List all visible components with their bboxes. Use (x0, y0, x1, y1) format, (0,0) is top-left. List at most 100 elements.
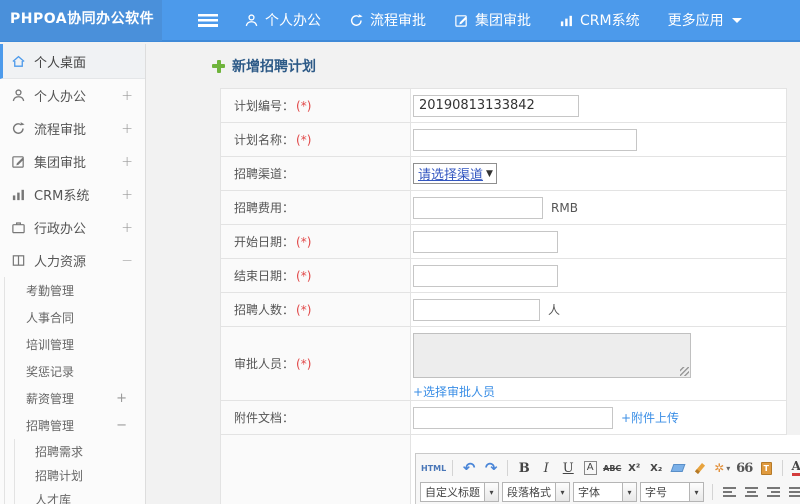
sidebar-item-attendance[interactable]: 考勤管理 (5, 277, 145, 304)
align-left-button[interactable] (719, 482, 739, 502)
required-mark: (*) (296, 302, 312, 317)
topnav-more-apps[interactable]: 更多应用 (668, 10, 742, 30)
end-date-input[interactable] (413, 264, 558, 287)
required-mark: (*) (296, 356, 312, 371)
process-icon (12, 122, 25, 134)
form-row-end-date: 结束日期： (*) (220, 259, 787, 293)
sub-item-label: 考勤管理 (26, 284, 75, 298)
expand-plus-icon[interactable]: + (121, 121, 133, 137)
plan-number-input[interactable] (413, 94, 579, 117)
align-center-button[interactable] (741, 482, 761, 502)
form-row-plan-name: 计划名称： (*) (220, 123, 787, 157)
sub-item-label: 招聘计划 (35, 468, 84, 483)
custom-title-combo[interactable]: 自定义标题 ▾ (420, 482, 499, 502)
edit-icon (455, 14, 467, 27)
start-date-input[interactable] (413, 230, 558, 253)
sidebar-item-admin-office[interactable]: 行政办公 + (0, 211, 145, 244)
expand-plus-icon[interactable]: + (121, 220, 133, 236)
plan-name-input[interactable] (413, 128, 637, 151)
auto-typeset-button[interactable]: ✲ ▾ (712, 458, 732, 478)
toolbar-separator (507, 460, 509, 476)
cost-input[interactable] (413, 196, 543, 219)
subscript-button[interactable]: X₂ (646, 458, 666, 478)
field-label: 招聘渠道： (221, 157, 411, 190)
caret-down-icon (731, 17, 742, 28)
book-icon (12, 255, 25, 266)
topnav-label: CRM系统 (580, 13, 640, 29)
combo-arrow-icon[interactable]: ▾ (622, 483, 636, 501)
sidebar-item-recruitment[interactable]: 招聘管理 − (5, 412, 145, 439)
topnav-personal-office[interactable]: 个人办公 (244, 10, 321, 30)
expand-minus-icon[interactable]: − (121, 253, 133, 269)
bold-button[interactable]: B (514, 458, 534, 478)
sidebar-item-group-approval[interactable]: 集团审批 + (0, 145, 145, 178)
label-text: 开始日期： (234, 235, 295, 249)
italic-button[interactable]: I (536, 458, 556, 478)
sidebar-item-crm-system[interactable]: CRM系统 + (0, 178, 145, 211)
remove-format-button[interactable] (668, 458, 688, 478)
approvers-textarea[interactable] (413, 333, 691, 378)
hamburger-menu-icon[interactable] (198, 13, 218, 27)
sidebar-item-talent-pool[interactable]: 人才库 (15, 487, 145, 504)
superscript-button[interactable]: X² (624, 458, 644, 478)
expand-minus-icon[interactable]: − (116, 418, 127, 433)
chart-icon (560, 15, 572, 26)
page-title: 新增招聘计划 (212, 56, 316, 76)
align-justify-button[interactable] (785, 482, 800, 502)
font-border-button[interactable]: A (580, 458, 600, 478)
blockquote-button[interactable]: 66 (734, 458, 754, 478)
strikethrough-button[interactable]: ABC (602, 458, 622, 478)
font-color-button[interactable]: A▾ (789, 458, 800, 478)
sidebar-item-label: 个人办公 (34, 90, 87, 105)
paragraph-format-combo[interactable]: 段落格式 ▾ (502, 482, 570, 502)
channel-select[interactable]: 请选择渠道 ▼ (413, 163, 497, 184)
font-family-combo[interactable]: 字体 ▾ (573, 482, 637, 502)
attachment-upload-link[interactable]: +附件上传 (621, 409, 679, 426)
paste-plain-button[interactable]: T (756, 458, 776, 478)
expand-plus-icon[interactable]: + (121, 154, 133, 170)
field-label: 计划编号： (*) (221, 89, 411, 122)
required-mark: (*) (296, 268, 312, 283)
main-content: 新增招聘计划 计划编号： (*) 计划名称： (*) (147, 44, 800, 504)
toolbar-separator (452, 460, 454, 476)
attachment-input[interactable] (413, 406, 613, 429)
sidebar-item-personal-desktop[interactable]: 个人桌面 (0, 44, 145, 79)
sub-item-label: 培训管理 (26, 338, 75, 352)
headcount-input[interactable] (413, 298, 540, 321)
topnav-crm-system[interactable]: CRM系统 (559, 10, 640, 30)
field-value: +选择审批人员 (411, 327, 786, 400)
undo-button[interactable]: ↶ (459, 458, 479, 478)
sub-item-label: 招聘管理 (26, 419, 75, 433)
align-right-button[interactable] (763, 482, 783, 502)
topnav-workflow-approval[interactable]: 流程审批 (349, 10, 426, 30)
sidebar-item-rewards[interactable]: 奖惩记录 (5, 358, 145, 385)
font-size-combo[interactable]: 字号 ▾ (640, 482, 704, 502)
format-painter-button[interactable] (690, 458, 710, 478)
combo-arrow-icon[interactable]: ▾ (555, 483, 569, 501)
toolbar-row-2: 自定义标题 ▾ 段落格式 ▾ 字体 ▾ 字号 ▾ (420, 480, 800, 504)
sidebar-item-human-resources[interactable]: 人力资源 − (0, 244, 145, 277)
topnav-label: 集团审批 (475, 13, 531, 29)
label-text: 结束日期： (234, 269, 295, 283)
sidebar-item-personal-office[interactable]: 个人办公 + (0, 79, 145, 112)
sidebar-item-salary[interactable]: 薪资管理 + (5, 385, 145, 412)
sidebar-item-recruit-plan[interactable]: 招聘计划 (15, 463, 145, 487)
sidebar-item-hr-contract[interactable]: 人事合同 (5, 304, 145, 331)
redo-button[interactable]: ↷ (481, 458, 501, 478)
topnav-group-approval[interactable]: 集团审批 (454, 10, 531, 30)
align-justify-icon (788, 487, 800, 497)
select-approvers-link[interactable]: +选择审批人员 (413, 383, 495, 400)
source-code-button[interactable]: HTML (421, 458, 446, 478)
required-mark: (*) (296, 234, 312, 249)
combo-arrow-icon[interactable]: ▾ (689, 483, 703, 501)
sidebar-item-training[interactable]: 培训管理 (5, 331, 145, 358)
expand-plus-icon[interactable]: + (121, 88, 133, 104)
process-icon (350, 13, 363, 26)
expand-plus-icon[interactable]: + (116, 391, 127, 406)
top-header: PHPOA协同办公软件 个人办公 流程审批 集团审批 CRM系统 更多应用 (0, 0, 800, 42)
underline-button[interactable]: U (558, 458, 578, 478)
sidebar-item-workflow-approval[interactable]: 流程审批 + (0, 112, 145, 145)
sidebar-item-recruit-demand[interactable]: 招聘需求 (15, 439, 145, 463)
combo-arrow-icon[interactable]: ▾ (484, 483, 498, 501)
expand-plus-icon[interactable]: + (121, 187, 133, 203)
